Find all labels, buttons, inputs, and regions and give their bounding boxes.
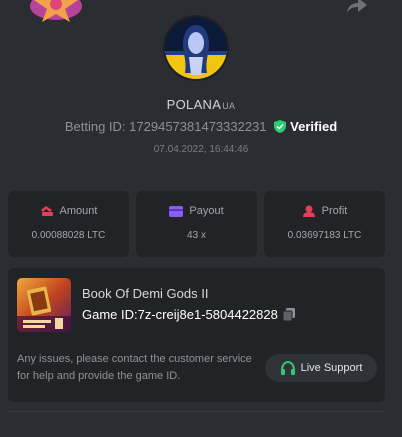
username: POLANAUA <box>0 97 402 112</box>
avatar <box>163 15 229 81</box>
game-info-card: Book Of Demi Gods II Game ID:7z-creij8e1… <box>8 268 385 402</box>
username-text: POLANA <box>166 97 222 112</box>
stat-label: Payout <box>189 205 224 217</box>
live-support-button[interactable]: Live Support <box>265 354 377 382</box>
stat-card-profit: Profit 0.03697183 LTC <box>264 191 385 257</box>
stat-value: 43 x <box>187 230 206 241</box>
username-suffix: UA <box>222 101 236 111</box>
copy-icon[interactable] <box>282 308 295 321</box>
game-title[interactable]: Book Of Demi Gods II <box>82 286 208 301</box>
betting-id-label: Betting ID: <box>64 119 126 134</box>
support-help-text: Any issues, please contact the customer … <box>17 353 252 382</box>
stat-card-amount: Amount 0.00088028 LTC <box>8 191 129 257</box>
game-thumbnail[interactable] <box>17 278 71 332</box>
verified-shield-icon <box>274 120 287 133</box>
headset-icon <box>280 360 295 375</box>
game-id-label: Game ID: <box>82 307 138 322</box>
betting-id-line: Betting ID: 1729457381473332231 Verified <box>0 119 402 134</box>
share-icon[interactable] <box>346 0 368 14</box>
profit-icon <box>302 205 315 217</box>
stat-label: Amount <box>59 205 98 217</box>
game-id-value: 7z-creij8e1-5804422828 <box>137 307 278 322</box>
stat-value: 0.00088028 LTC <box>31 230 106 241</box>
live-support-label: Live Support <box>300 362 363 374</box>
game-id-row: Game ID:7z-creij8e1-5804422828 <box>82 307 295 322</box>
divider <box>8 411 385 412</box>
verified-label: Verified <box>290 119 338 134</box>
coins-icon <box>40 206 53 216</box>
betting-id-value: 1729457381473332231 <box>129 119 267 134</box>
vip-badge-icon <box>30 0 82 22</box>
stat-label: Profit <box>321 205 348 217</box>
bet-timestamp: 07.04.2022, 16:44:46 <box>153 144 249 155</box>
stat-card-payout: Payout 43 x <box>136 191 257 257</box>
card-icon <box>169 205 184 217</box>
stat-value: 0.03697183 LTC <box>287 230 362 241</box>
